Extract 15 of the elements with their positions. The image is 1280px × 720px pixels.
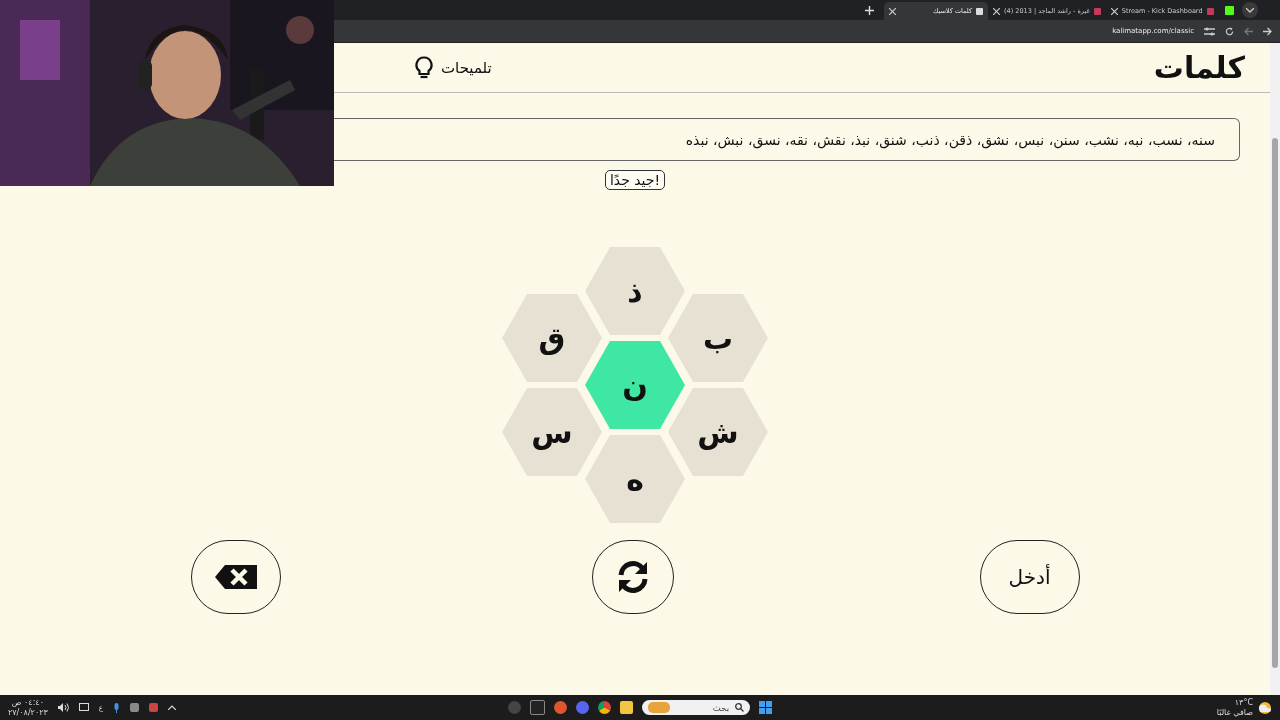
feedback-message: جيد جدًا! <box>604 170 666 190</box>
letter-tile[interactable]: س <box>502 388 602 476</box>
letter-tile[interactable]: ذ <box>585 247 685 335</box>
letter-tile[interactable]: ق <box>502 294 602 382</box>
letter-tile[interactable]: ش <box>668 388 768 476</box>
letter-tile[interactable]: ب <box>668 294 768 382</box>
hints-button[interactable]: تلميحات <box>415 55 492 80</box>
found-words-panel[interactable]: سنه، نسب، نبه، نشب، سنن، نبس، نشق، ذقن، ذنب، شنق، نبذ، نقش، نقه، نسق، نبش، نبذه <box>334 118 1240 161</box>
enter-button[interactable]: أدخل <box>979 540 1080 614</box>
letter-tile[interactable]: ه <box>585 435 685 523</box>
taskbar-search-field[interactable]: بحث <box>642 700 750 715</box>
clock[interactable]: ٠٤:٤٠ ص ٢٧/٠٨/٢٠٢٣ <box>8 697 48 718</box>
app-title: كلمات <box>1153 50 1245 85</box>
letter-tile[interactable]: ن <box>585 341 685 429</box>
weather-widget[interactable]: ١٣°C صافي غالبًا <box>1216 697 1253 718</box>
